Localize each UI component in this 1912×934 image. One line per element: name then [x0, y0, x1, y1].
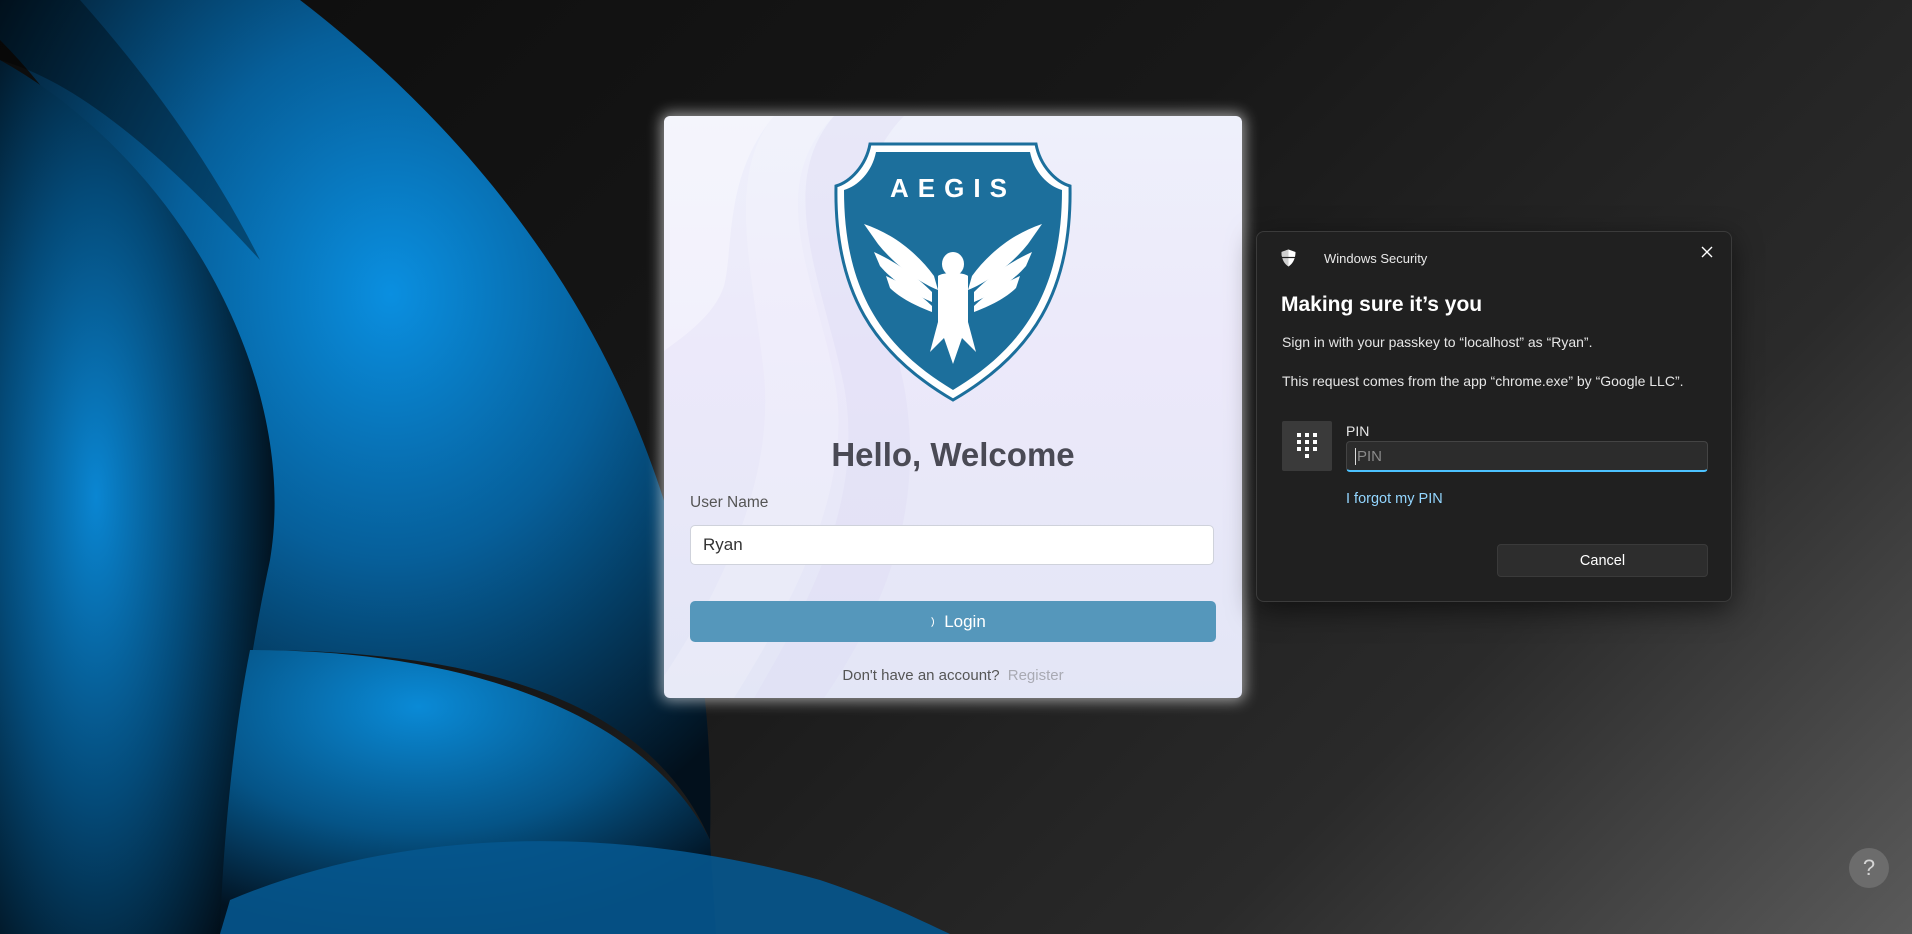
loading-spinner-icon	[920, 614, 935, 629]
login-card: AEGIS Hello, Welcome User Name Ryan Logi…	[664, 116, 1242, 698]
request-source-message: This request comes from the app “chrome.…	[1282, 373, 1684, 389]
aegis-logo: AEGIS	[834, 142, 1072, 402]
logo-text: AEGIS	[890, 173, 1016, 203]
help-button[interactable]: ?	[1849, 848, 1889, 888]
dialog-title: Making sure it’s you	[1281, 293, 1483, 316]
dialog-app-name: Windows Security	[1324, 251, 1428, 266]
close-button[interactable]	[1695, 240, 1719, 264]
welcome-heading: Hello, Welcome	[831, 436, 1075, 473]
cancel-button[interactable]: Cancel	[1497, 544, 1708, 577]
keypad-icon	[1297, 433, 1317, 458]
username-input[interactable]: Ryan	[690, 525, 1214, 565]
login-button-label: Login	[944, 611, 986, 631]
shield-icon	[1281, 249, 1296, 267]
no-account-text: Don't have an account?	[842, 667, 1000, 684]
pin-keypad-tile	[1282, 421, 1332, 471]
register-prompt: Don't have an account? Register	[664, 667, 1242, 684]
pin-placeholder: PIN	[1357, 448, 1383, 465]
text-caret	[1355, 448, 1356, 465]
help-icon: ?	[1862, 855, 1876, 880]
passkey-message: Sign in with your passkey to “localhost”…	[1282, 334, 1593, 350]
windows-security-dialog: Windows Security Making sure it’s you Si…	[1256, 231, 1732, 602]
register-link[interactable]: Register	[1008, 667, 1064, 684]
close-icon	[1701, 246, 1713, 258]
login-button[interactable]: Login	[690, 601, 1216, 642]
forgot-pin-link[interactable]: I forgot my PIN	[1346, 491, 1443, 507]
svg-text:AEGIS: AEGIS	[890, 173, 1016, 203]
pin-label: PIN	[1346, 423, 1370, 439]
pin-input[interactable]: PIN	[1346, 441, 1708, 472]
username-label: User Name	[690, 494, 769, 511]
